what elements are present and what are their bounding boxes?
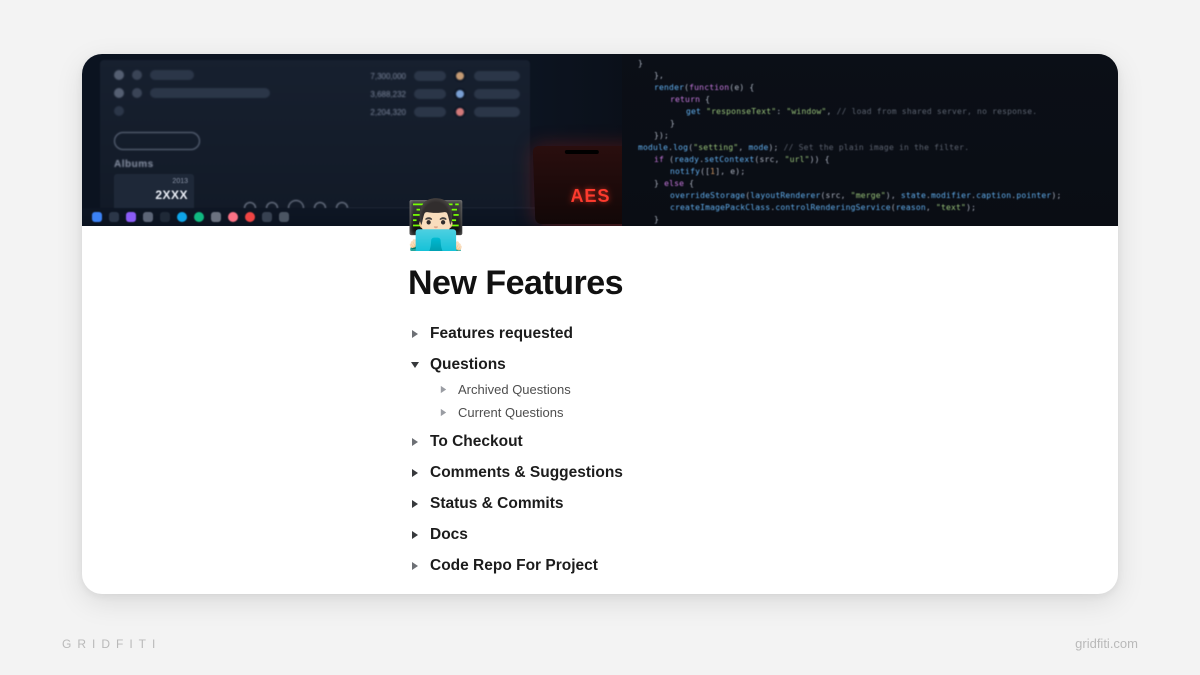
toggle-list: Features requested Questions Archived Qu… — [408, 325, 968, 575]
caret-down-icon[interactable] — [408, 358, 422, 372]
cover-albums-heading: Albums — [114, 159, 154, 170]
toggle-archived-questions[interactable]: Archived Questions — [436, 382, 968, 397]
caret-right-icon[interactable] — [408, 528, 422, 542]
cover-taskbar — [82, 208, 542, 226]
toggle-label: Status & Commits — [430, 495, 564, 513]
caret-right-icon[interactable] — [408, 327, 422, 341]
cover-monitor-left: 7,300,000 3,688,232 2,204,320 Albums 201… — [100, 60, 530, 220]
toggle-label: Docs — [430, 526, 468, 544]
caret-right-icon[interactable] — [408, 435, 422, 449]
footer-brand-right: gridfiti.com — [1075, 636, 1138, 651]
cover-image: 7,300,000 3,688,232 2,204,320 Albums 201… — [82, 54, 1118, 226]
toggle-label: Code Repo For Project — [430, 557, 598, 575]
page-title[interactable]: New Features — [408, 264, 968, 303]
toggle-questions-group: Questions Archived Questions Current Que… — [408, 356, 968, 420]
cover-show-more-button — [114, 132, 200, 150]
caret-right-icon[interactable] — [408, 497, 422, 511]
toggle-label: Archived Questions — [458, 382, 571, 397]
footer-brand-left: GRIDFITI — [62, 637, 161, 651]
toggle-current-questions[interactable]: Current Questions — [436, 405, 968, 420]
toggle-label: To Checkout — [430, 433, 523, 451]
page-content: New Features Features requested Question… — [408, 264, 968, 575]
toggle-status-commits[interactable]: Status & Commits — [408, 495, 968, 513]
toggle-comments-suggestions[interactable]: Comments & Suggestions — [408, 464, 968, 482]
caret-right-icon[interactable] — [436, 383, 450, 397]
caret-right-icon[interactable] — [408, 466, 422, 480]
caret-right-icon[interactable] — [408, 559, 422, 573]
notion-page-card: 7,300,000 3,688,232 2,204,320 Albums 201… — [82, 54, 1118, 594]
caret-right-icon[interactable] — [436, 406, 450, 420]
page-icon[interactable]: 👨🏻‍💻 — [406, 198, 462, 254]
toggle-label: Current Questions — [458, 405, 564, 420]
toggle-label: Features requested — [430, 325, 573, 343]
toggle-features-requested[interactable]: Features requested — [408, 325, 968, 343]
toggle-label: Comments & Suggestions — [430, 464, 623, 482]
toggle-questions[interactable]: Questions — [408, 356, 968, 374]
toggle-questions-children: Archived Questions Current Questions — [436, 382, 968, 420]
toggle-docs[interactable]: Docs — [408, 526, 968, 544]
toggle-label: Questions — [430, 356, 506, 374]
cover-monitor-right: } }, render(function(e) { return { get "… — [622, 54, 1118, 226]
toggle-to-checkout[interactable]: To Checkout — [408, 433, 968, 451]
toggle-code-repo[interactable]: Code Repo For Project — [408, 557, 968, 575]
